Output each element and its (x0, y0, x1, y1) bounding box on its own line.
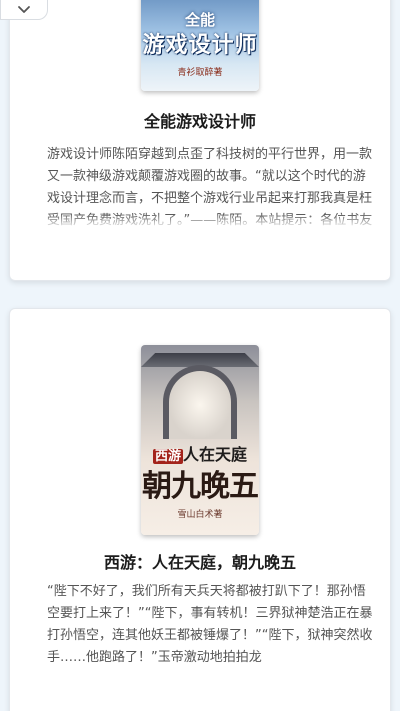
book-list-page: 全能 游戏设计师 青衫取醉著 全能游戏设计师 游戏设计师陈陌穿越到点歪了科技树的… (0, 0, 400, 711)
book-description: 游戏设计师陈陌穿越到点歪了科技树的平行世界，用一款又一款神级游戏颠覆游戏圈的故事… (47, 144, 377, 230)
book-card[interactable]: 全能 游戏设计师 青衫取醉著 全能游戏设计师 游戏设计师陈陌穿越到点歪了科技树的… (9, 0, 391, 281)
cover-author: 雪山白术著 (177, 510, 223, 520)
book-title[interactable]: 全能游戏设计师 (10, 108, 390, 132)
palace-gate-graphic (163, 365, 237, 439)
book-card[interactable]: 西游 人在天庭 朝九晚五 雪山白术著 西游：人在天庭，朝九晚五 “陛下不好了，我们… (9, 308, 391, 711)
cover-title-main: 游戏设计师 (142, 32, 258, 58)
book-cover[interactable]: 西游 人在天庭 朝九晚五 雪山白术著 (141, 345, 259, 535)
book-title[interactable]: 西游：人在天庭，朝九晚五 (10, 549, 390, 573)
book-description: “陛下不好了，我们所有天兵天将都被打趴下了！那孙悟空要打上来了！”“陛下，事有转… (47, 584, 373, 665)
chevron-down-icon (17, 0, 31, 19)
cover-title-main: 朝九晚五 (142, 469, 259, 504)
collapse-button[interactable] (0, 0, 48, 20)
book-cover[interactable]: 全能 游戏设计师 青衫取醉著 (141, 0, 259, 91)
cover-author: 青衫取醉著 (177, 68, 223, 78)
